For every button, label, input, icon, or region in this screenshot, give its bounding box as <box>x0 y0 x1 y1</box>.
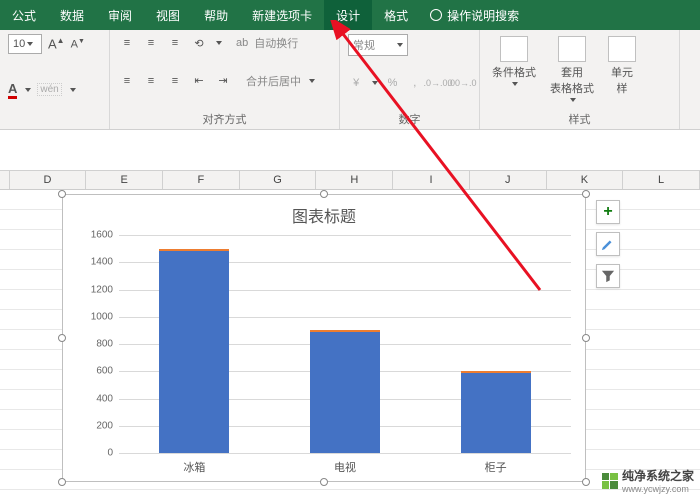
resize-handle[interactable] <box>582 190 590 198</box>
phonetic-icon[interactable]: wén <box>37 83 61 96</box>
funnel-icon <box>601 269 615 283</box>
ribbon-tabs: 公式 数据 审阅 视图 帮助 新建选项卡 设计 格式 操作说明搜索 <box>0 0 700 30</box>
col-header[interactable]: L <box>623 171 700 189</box>
table-format-icon <box>558 36 586 62</box>
chart-bar[interactable] <box>159 249 229 453</box>
y-tick-label: 1600 <box>91 230 113 241</box>
resize-handle[interactable] <box>58 334 66 342</box>
align-right-icon[interactable]: ≡ <box>166 72 184 90</box>
conditional-format-button[interactable]: 条件格式 <box>488 34 540 88</box>
tab-format[interactable]: 格式 <box>372 0 420 30</box>
col-header[interactable]: G <box>240 171 317 189</box>
group-label-styles: 样式 <box>488 109 671 127</box>
resize-handle[interactable] <box>582 478 590 486</box>
chart-object[interactable]: 图表标题 02004006008001000120014001600冰箱电视柜子 <box>62 194 586 482</box>
watermark-url: www.ycwjzy.com <box>622 484 694 494</box>
brush-icon <box>601 237 615 251</box>
group-styles: 条件格式 套用 表格格式 单元 样 样式 <box>480 30 680 129</box>
y-tick-label: 600 <box>96 366 113 377</box>
tab-view[interactable]: 视图 <box>144 0 192 30</box>
col-header[interactable]: F <box>163 171 240 189</box>
ribbon-body: 10 A▲ A▼ A wén ≡ ≡ ≡ ⟲ ab 自动换行 ≡ ≡ ≡ ⇤ ⇥… <box>0 30 700 130</box>
wrap-text-button[interactable]: 自动换行 <box>254 35 298 51</box>
watermark: 纯净系统之家 www.ycwjzy.com <box>602 467 694 494</box>
increase-font-icon[interactable]: A▲ <box>48 36 65 51</box>
align-bottom-icon[interactable]: ≡ <box>166 34 184 52</box>
chart-bar[interactable] <box>461 371 531 453</box>
chart-add-element-button[interactable]: + <box>596 200 620 224</box>
cell-styles-icon <box>608 36 636 62</box>
y-tick-label: 1200 <box>91 284 113 295</box>
x-tick-label: 柜子 <box>485 459 507 475</box>
col-header[interactable]: H <box>316 171 393 189</box>
col-header[interactable]: J <box>470 171 547 189</box>
column-headers: D E F G H I J K L <box>0 170 700 190</box>
dec-decimal-icon[interactable]: .00→.0 <box>453 74 471 92</box>
table-format-button[interactable]: 套用 表格格式 <box>546 34 598 104</box>
indent-inc-icon[interactable]: ⇥ <box>214 72 232 90</box>
sheet-grid[interactable]: 图表标题 02004006008001000120014001600冰箱电视柜子… <box>0 190 700 494</box>
resize-handle[interactable] <box>58 190 66 198</box>
y-tick-label: 400 <box>96 393 113 404</box>
indent-dec-icon[interactable]: ⇤ <box>190 72 208 90</box>
align-middle-icon[interactable]: ≡ <box>142 34 160 52</box>
chart-plot-area[interactable]: 02004006008001000120014001600冰箱电视柜子 <box>119 235 571 453</box>
watermark-text: 纯净系统之家 <box>622 467 694 484</box>
align-left-icon[interactable]: ≡ <box>118 72 136 90</box>
tab-review[interactable]: 审阅 <box>96 0 144 30</box>
currency-icon[interactable]: ¥ <box>348 74 364 92</box>
group-alignment: ≡ ≡ ≡ ⟲ ab 自动换行 ≡ ≡ ≡ ⇤ ⇥ 合并后居中 对齐方式 <box>110 30 340 129</box>
x-tick-label: 电视 <box>334 459 356 475</box>
font-color-icon[interactable]: A <box>8 81 17 99</box>
group-label-number: 数字 <box>348 109 471 127</box>
inc-decimal-icon[interactable]: .0→.00 <box>429 74 447 92</box>
tab-design[interactable]: 设计 <box>324 0 372 30</box>
y-tick-label: 200 <box>96 420 113 431</box>
chart-side-buttons: + <box>596 200 620 288</box>
y-tick-label: 1400 <box>91 257 113 268</box>
resize-handle[interactable] <box>320 478 328 486</box>
y-tick-label: 0 <box>107 448 113 459</box>
cell-styles-button[interactable]: 单元 样 <box>604 34 640 98</box>
comma-icon[interactable]: , <box>407 74 423 92</box>
resize-handle[interactable] <box>320 190 328 198</box>
watermark-logo-icon <box>602 473 618 489</box>
bulb-icon <box>430 9 442 21</box>
group-number: 常规 ¥ % , .0→.00 .00→.0 数字 <box>340 30 480 129</box>
chart-title[interactable]: 图表标题 <box>63 195 585 231</box>
group-label-alignment: 对齐方式 <box>118 109 331 127</box>
col-header[interactable]: K <box>547 171 624 189</box>
group-font: 10 A▲ A▼ A wén <box>0 30 110 129</box>
col-header[interactable]: I <box>393 171 470 189</box>
conditional-format-icon <box>500 36 528 62</box>
decrease-font-icon[interactable]: A▼ <box>71 38 85 51</box>
chart-filter-button[interactable] <box>596 264 620 288</box>
col-header[interactable]: E <box>86 171 163 189</box>
font-size-input[interactable]: 10 <box>8 34 42 54</box>
number-format-select[interactable]: 常规 <box>348 34 408 56</box>
tell-me-label: 操作说明搜索 <box>447 7 519 24</box>
percent-icon[interactable]: % <box>384 74 400 92</box>
y-tick-label: 800 <box>96 339 113 350</box>
resize-handle[interactable] <box>58 478 66 486</box>
tell-me-search[interactable]: 操作说明搜索 <box>420 0 529 30</box>
resize-handle[interactable] <box>582 334 590 342</box>
tab-formula[interactable]: 公式 <box>0 0 48 30</box>
orientation-icon[interactable]: ⟲ <box>190 34 208 52</box>
chart-bar[interactable] <box>310 330 380 453</box>
col-header[interactable]: D <box>10 171 87 189</box>
tab-newtab[interactable]: 新建选项卡 <box>240 0 324 30</box>
x-tick-label: 冰箱 <box>183 459 205 475</box>
align-top-icon[interactable]: ≡ <box>118 34 136 52</box>
y-tick-label: 1000 <box>91 311 113 322</box>
chart-style-button[interactable] <box>596 232 620 256</box>
merge-center-button[interactable]: 合并后居中 <box>246 73 301 89</box>
tab-help[interactable]: 帮助 <box>192 0 240 30</box>
tab-data[interactable]: 数据 <box>48 0 96 30</box>
align-center-icon[interactable]: ≡ <box>142 72 160 90</box>
